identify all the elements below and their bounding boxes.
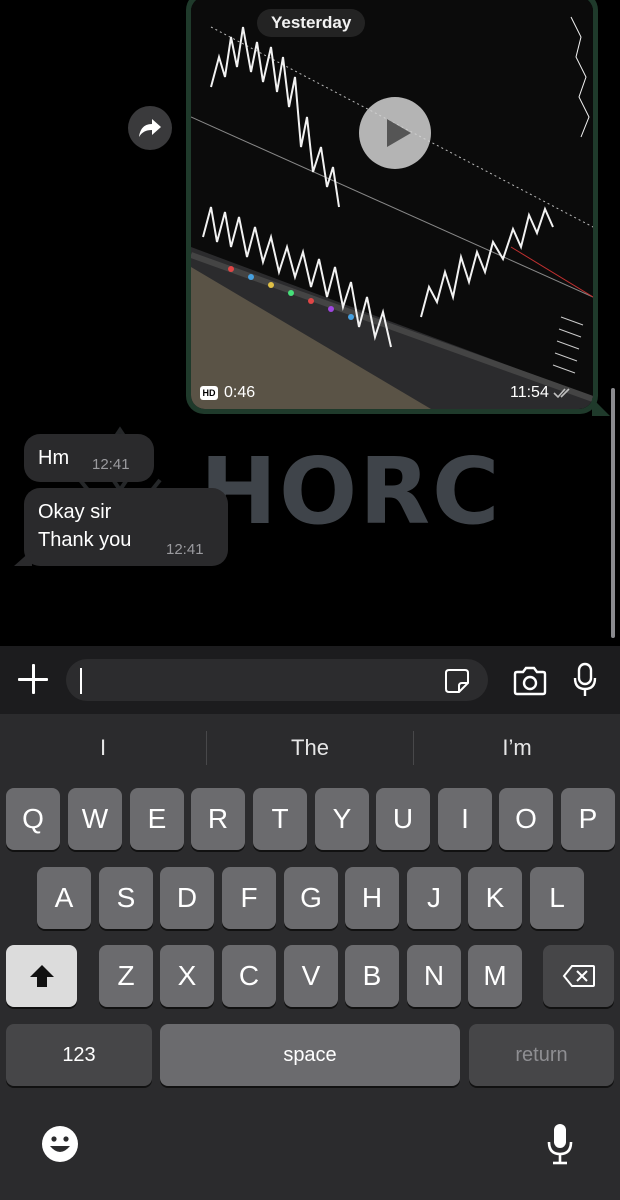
key-q[interactable]: Q <box>6 788 60 850</box>
return-key[interactable]: return <box>469 1024 614 1086</box>
suggestion-3[interactable]: I’m <box>414 714 620 782</box>
key-w[interactable]: W <box>68 788 122 850</box>
message-text-line-1: Okay sir <box>38 501 112 523</box>
incoming-bubble-tail <box>14 550 32 566</box>
video-duration: 0:46 <box>224 384 256 401</box>
text-cursor <box>80 668 82 694</box>
key-s[interactable]: S <box>99 867 153 929</box>
key-b[interactable]: B <box>345 945 399 1007</box>
key-n[interactable]: N <box>407 945 461 1007</box>
key-h[interactable]: H <box>345 867 399 929</box>
video-thumbnail[interactable]: Yesterday <box>191 0 593 409</box>
key-k[interactable]: K <box>468 867 522 929</box>
incoming-message[interactable]: Hm 12:41 <box>24 434 154 482</box>
key-e[interactable]: E <box>130 788 184 850</box>
video-thumbnail-image <box>191 0 593 409</box>
shift-icon <box>29 965 54 987</box>
message-time: 12:41 <box>92 456 130 473</box>
key-p[interactable]: P <box>561 788 615 850</box>
forward-button[interactable] <box>128 106 172 150</box>
key-a[interactable]: A <box>37 867 91 929</box>
double-check-icon <box>553 388 570 399</box>
camera-icon[interactable] <box>512 666 548 696</box>
key-j[interactable]: J <box>407 867 461 929</box>
sticker-icon[interactable] <box>444 668 470 694</box>
microphone-icon[interactable] <box>572 662 598 698</box>
wallpaper-logo-text: HORC <box>200 438 502 545</box>
emoji-icon[interactable] <box>40 1124 80 1164</box>
date-separator: Yesterday <box>257 9 366 37</box>
key-m[interactable]: M <box>468 945 522 1007</box>
key-t[interactable]: T <box>253 788 307 850</box>
forward-icon <box>139 119 161 137</box>
key-g[interactable]: G <box>284 867 338 929</box>
message-composer <box>0 646 620 714</box>
key-i[interactable]: I <box>438 788 492 850</box>
key-v[interactable]: V <box>284 945 338 1007</box>
video-time: 11:54 <box>510 384 549 401</box>
key-z[interactable]: Z <box>99 945 153 1007</box>
video-message-bubble[interactable]: Yesterday <box>186 0 598 414</box>
keyboard: I The I’m Q W E R T Y U I O P A S D F G … <box>0 714 620 1200</box>
play-button[interactable] <box>359 97 431 169</box>
chat-scrollbar[interactable] <box>611 388 615 638</box>
key-d[interactable]: D <box>160 867 214 929</box>
suggestion-2[interactable]: The <box>207 714 413 782</box>
dictation-icon[interactable] <box>546 1122 574 1166</box>
backspace-icon <box>562 965 595 987</box>
chat-area[interactable]: HORC Yesterday HD 0:46 11:54 Hm 12:41 Ok… <box>0 0 620 646</box>
video-bubble-tail <box>592 398 610 416</box>
predictive-text-bar: I The I’m <box>0 714 620 782</box>
video-duration-info: HD 0:46 <box>200 384 255 402</box>
backspace-key[interactable] <box>543 945 614 1007</box>
key-r[interactable]: R <box>191 788 245 850</box>
video-timestamp: 11:54 <box>510 384 575 402</box>
key-l[interactable]: L <box>530 867 584 929</box>
key-u[interactable]: U <box>376 788 430 850</box>
key-y[interactable]: Y <box>315 788 369 850</box>
key-f[interactable]: F <box>222 867 276 929</box>
plus-icon[interactable] <box>14 660 52 698</box>
key-c[interactable]: C <box>222 945 276 1007</box>
key-o[interactable]: O <box>499 788 553 850</box>
play-icon <box>387 119 411 147</box>
message-time: 12:41 <box>166 541 204 558</box>
suggestion-1[interactable]: I <box>0 714 206 782</box>
space-key[interactable]: space <box>160 1024 460 1086</box>
message-input[interactable] <box>66 659 488 701</box>
numbers-key[interactable]: 123 <box>6 1024 152 1086</box>
shift-key[interactable] <box>6 945 77 1007</box>
hd-badge: HD <box>200 386 218 400</box>
incoming-message[interactable]: Okay sir Thank you 12:41 <box>24 488 228 566</box>
key-x[interactable]: X <box>160 945 214 1007</box>
